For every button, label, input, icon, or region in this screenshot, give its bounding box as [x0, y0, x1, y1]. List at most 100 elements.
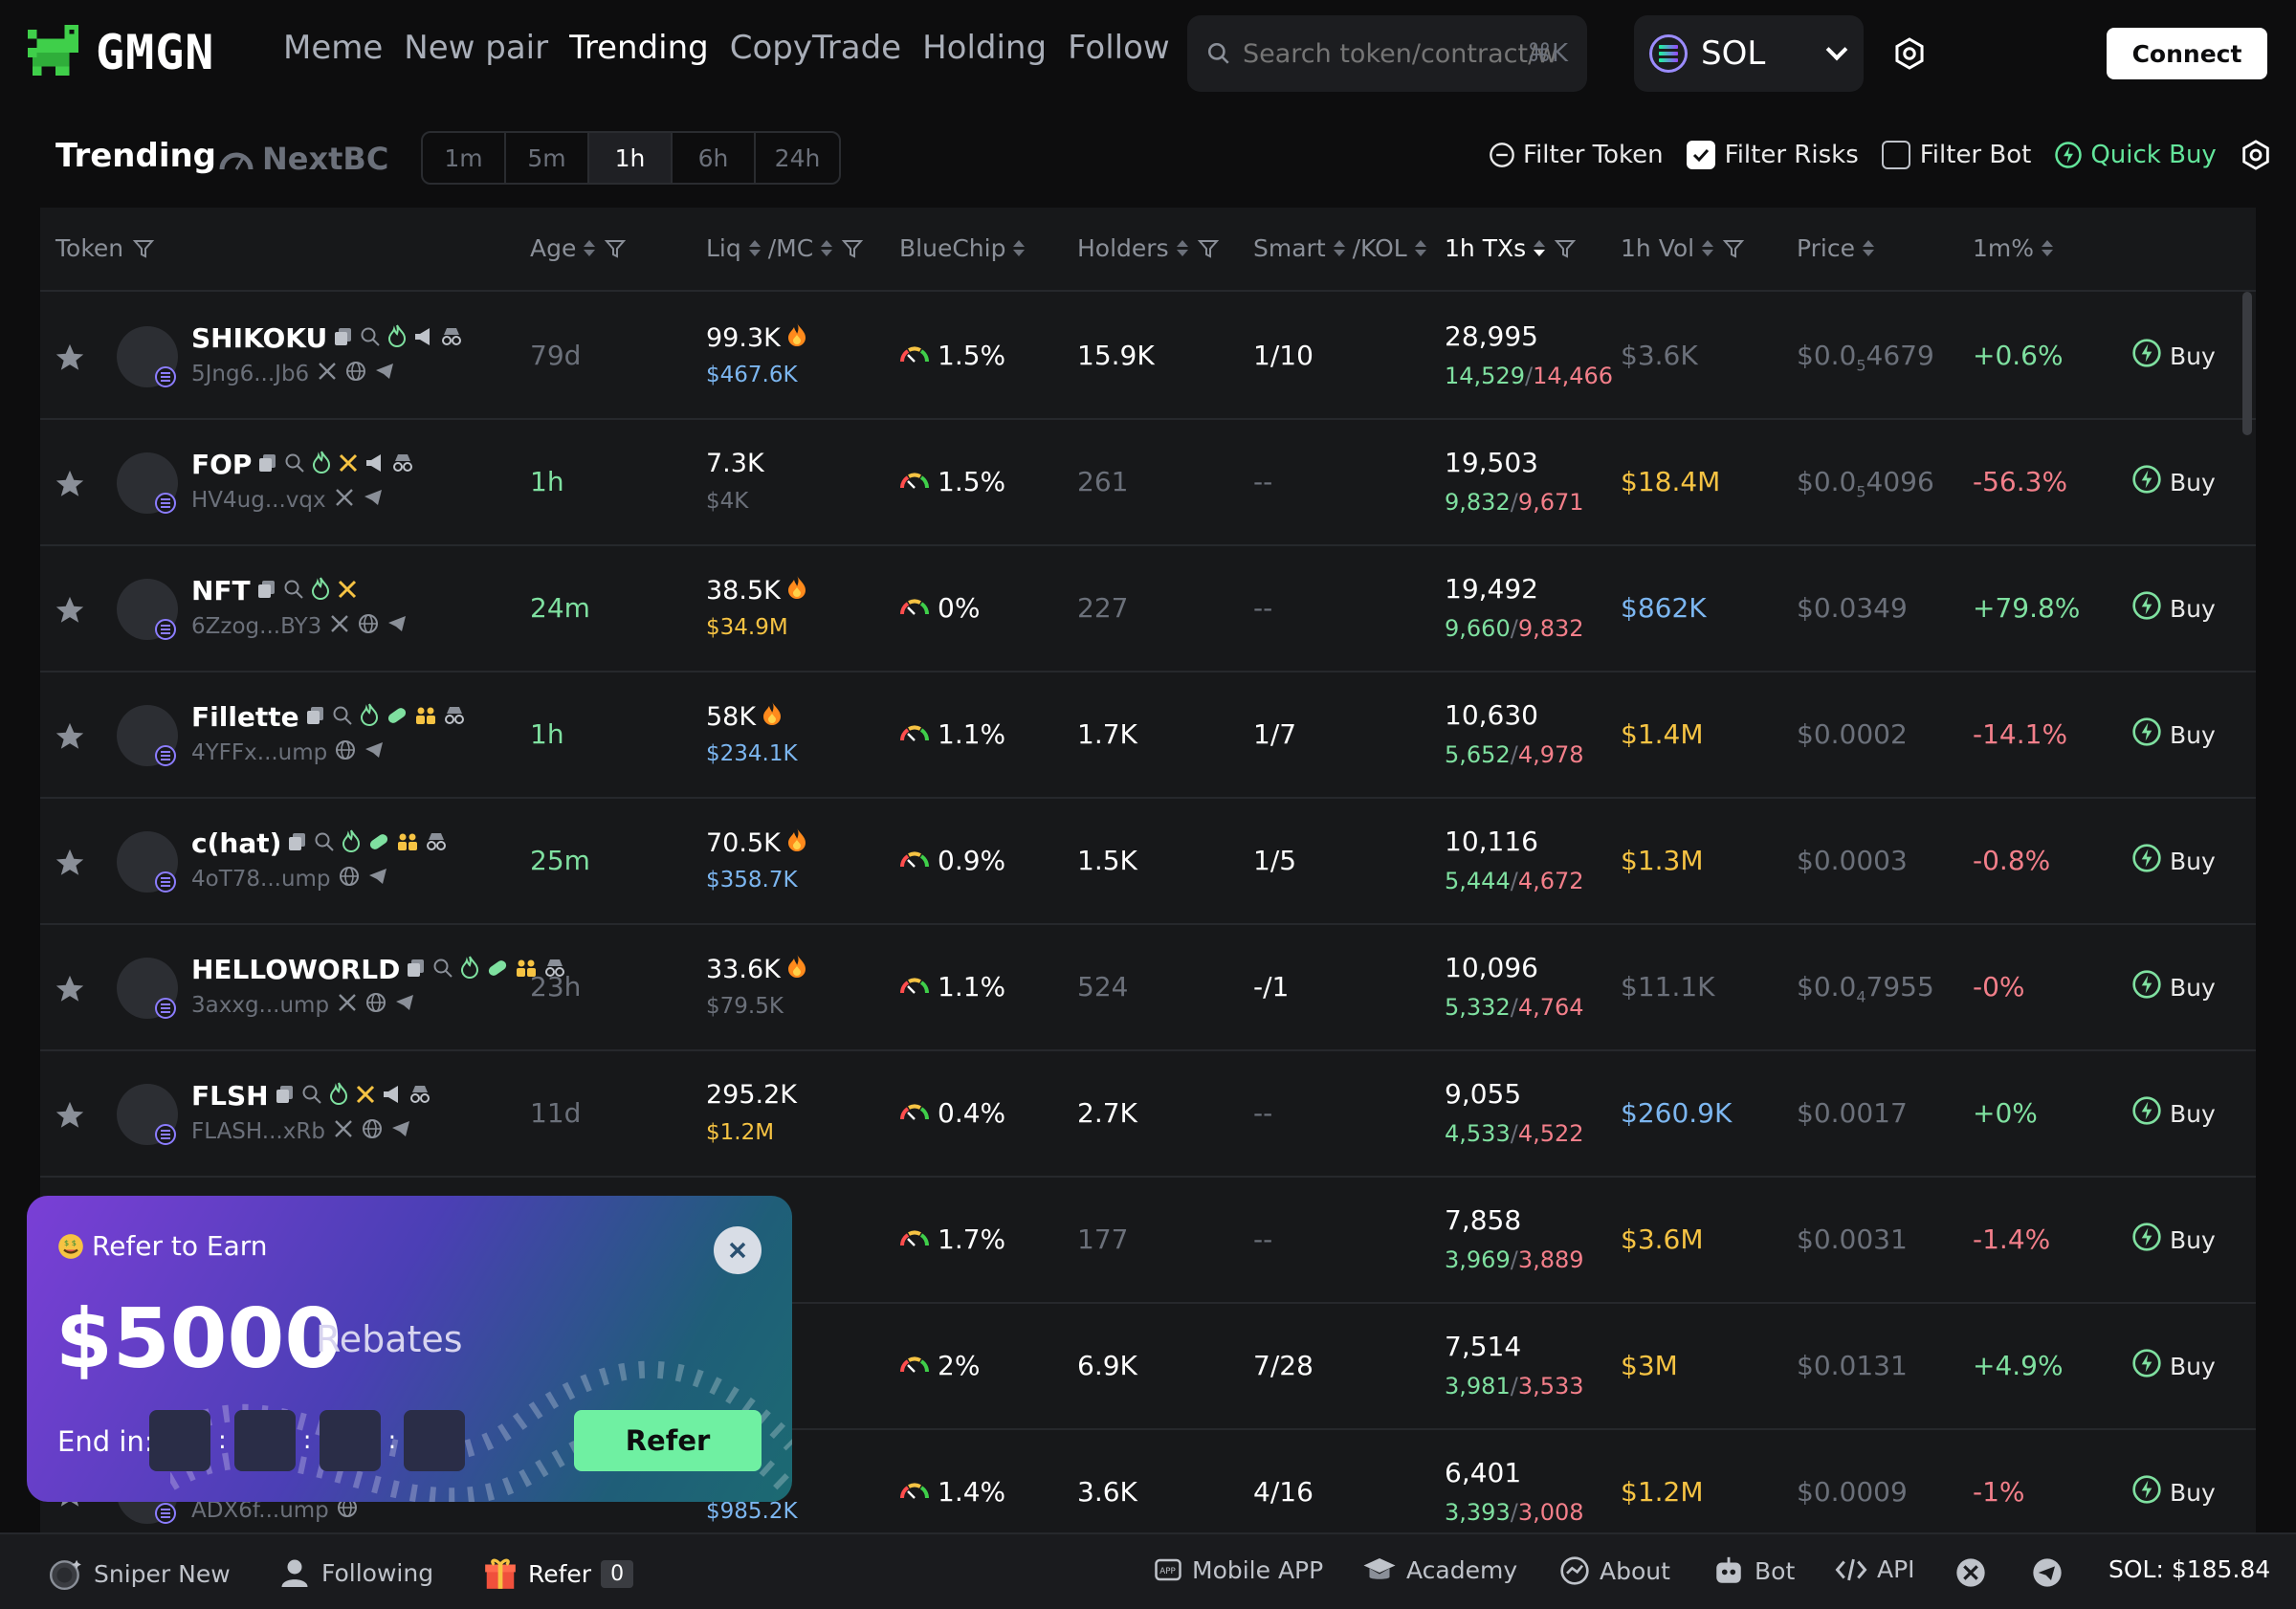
telegram-icon[interactable]: [390, 1118, 411, 1145]
token-address[interactable]: 6Zzog...BY3: [191, 614, 321, 639]
search-icon[interactable]: [432, 954, 453, 985]
search-input[interactable]: [1243, 38, 1558, 69]
token-name[interactable]: Fillette: [191, 701, 299, 733]
token-address[interactable]: 4YFFx...ump: [191, 740, 327, 765]
timeframe-5m[interactable]: 5m: [506, 133, 589, 183]
timeframe-1h[interactable]: 1h: [589, 133, 673, 183]
telegram-icon[interactable]: [394, 992, 415, 1019]
token-address[interactable]: HV4ug...vqx: [191, 488, 326, 513]
copy-icon[interactable]: [257, 449, 278, 480]
sniper-new-link[interactable]: Sniper New: [48, 1555, 231, 1592]
x-twitter-icon[interactable]: [333, 1118, 354, 1145]
table-row[interactable]: FOP HV4ug...vqx 1h 7.3K $4K 1.5% 261 -- 19,503 9,…: [40, 420, 2256, 546]
telegram-icon[interactable]: [2032, 1557, 2063, 1588]
token-name[interactable]: FOP: [191, 449, 252, 480]
col-1h-vol[interactable]: 1h Vol: [1621, 234, 1746, 262]
nav-copytrade[interactable]: CopyTrade: [730, 29, 901, 67]
refer-link[interactable]: Refer 0: [482, 1555, 634, 1592]
search-box[interactable]: ⌘K: [1187, 15, 1587, 92]
filter-funnel-icon[interactable]: [1196, 237, 1221, 260]
copy-icon[interactable]: [256, 575, 277, 606]
copy-icon[interactable]: [287, 827, 308, 859]
col-1m-change[interactable]: 1m%: [1973, 234, 2054, 262]
nav-new-pair[interactable]: New pair: [404, 29, 548, 67]
token-avatar[interactable]: [117, 452, 178, 514]
timeframe-1m[interactable]: 1m: [423, 133, 506, 183]
timeframe-6h[interactable]: 6h: [673, 133, 756, 183]
quick-buy-button[interactable]: Buy: [2131, 464, 2216, 500]
api-link[interactable]: API: [1835, 1555, 1915, 1583]
checkbox-checked[interactable]: [1686, 141, 1715, 169]
table-scrollbar[interactable]: [2242, 292, 2252, 435]
search-icon[interactable]: [360, 322, 381, 354]
table-row[interactable]: Fillette 4YFFx...ump 1h 58K $234.1K 1.1% 1.7K 1…: [40, 672, 2256, 799]
token-avatar[interactable]: [117, 705, 178, 766]
quick-buy-button[interactable]: Buy: [2131, 1348, 2216, 1384]
bot-link[interactable]: Bot: [1712, 1555, 1795, 1586]
token-address[interactable]: 4oT78...ump: [191, 867, 331, 892]
col-age[interactable]: Age: [530, 234, 628, 262]
website-globe-icon[interactable]: [345, 361, 366, 387]
about-link[interactable]: About: [1559, 1555, 1670, 1586]
filter-bot-checkbox[interactable]: Filter Bot: [1881, 141, 2031, 169]
col-liq-mc[interactable]: Liq/MC: [706, 234, 865, 262]
token-name-group[interactable]: HELLOWORLD: [191, 954, 566, 985]
quick-buy-button[interactable]: Buy: [2131, 1095, 2216, 1132]
nextbc-tab[interactable]: NextBC: [218, 141, 388, 177]
token-name-group[interactable]: FOP: [191, 449, 414, 480]
quick-buy-button[interactable]: Buy: [2131, 843, 2216, 879]
x-twitter-icon[interactable]: [317, 361, 338, 387]
token-name[interactable]: HELLOWORLD: [191, 954, 400, 985]
telegram-icon[interactable]: [367, 866, 388, 893]
token-name[interactable]: c(hat): [191, 827, 281, 859]
quick-buy-button[interactable]: Buy: [2131, 1222, 2216, 1258]
col-1h-txs[interactable]: 1h TXs: [1445, 234, 1578, 262]
checkbox-unchecked[interactable]: [1881, 141, 1910, 169]
search-icon[interactable]: [332, 701, 353, 733]
x-twitter-icon[interactable]: [334, 487, 355, 514]
token-avatar[interactable]: [117, 831, 178, 893]
table-row[interactable]: NFT 6Zzog...BY3 24m 38.5K $34.9M 0% 227 -- 19,49…: [40, 546, 2256, 672]
search-icon[interactable]: [314, 827, 335, 859]
chain-selector[interactable]: SOL: [1634, 15, 1864, 92]
favorite-star-icon[interactable]: [54, 847, 86, 883]
token-address[interactable]: 3axxg...ump: [191, 993, 329, 1018]
favorite-star-icon[interactable]: [54, 468, 86, 504]
col-price[interactable]: Price: [1797, 234, 1874, 262]
token-name-group[interactable]: FLSH: [191, 1080, 431, 1112]
copy-icon[interactable]: [275, 1080, 296, 1112]
nav-meme[interactable]: Meme: [283, 29, 383, 67]
website-globe-icon[interactable]: [358, 613, 379, 640]
quick-buy-button[interactable]: Buy: [2131, 590, 2216, 627]
quick-buy-settings-icon[interactable]: [2240, 139, 2272, 171]
token-name[interactable]: SHIKOKU: [191, 322, 327, 354]
col-token[interactable]: Token: [55, 234, 156, 262]
col-smart-kol[interactable]: Smart/KOL: [1253, 234, 1426, 262]
academy-link[interactable]: Academy: [1362, 1555, 1517, 1584]
table-row[interactable]: HELLOWORLD 3axxg...ump 23h 33.6K $79.5K 1.1% 5…: [40, 925, 2256, 1051]
search-icon[interactable]: [301, 1080, 322, 1112]
filter-funnel-icon[interactable]: [131, 237, 156, 260]
copy-icon[interactable]: [406, 954, 427, 985]
token-name-group[interactable]: c(hat): [191, 827, 448, 859]
token-name-group[interactable]: Fillette: [191, 701, 466, 733]
token-address[interactable]: FLASH...xRb: [191, 1119, 325, 1144]
refer-button[interactable]: Refer: [574, 1410, 762, 1471]
x-twitter-icon[interactable]: [337, 992, 358, 1019]
x-twitter-icon[interactable]: [1955, 1557, 1986, 1588]
copy-icon[interactable]: [305, 701, 326, 733]
website-globe-icon[interactable]: [335, 739, 356, 766]
gmgn-logo[interactable]: GMGN: [27, 25, 214, 80]
nav-holding[interactable]: Holding: [922, 29, 1047, 67]
nav-trending[interactable]: Trending: [569, 29, 709, 67]
telegram-icon[interactable]: [364, 739, 385, 766]
website-globe-icon[interactable]: [365, 992, 386, 1019]
favorite-star-icon[interactable]: [54, 973, 86, 1009]
quick-buy-button[interactable]: Buy: [2131, 716, 2216, 753]
search-icon[interactable]: [284, 449, 305, 480]
close-button[interactable]: [714, 1226, 762, 1274]
connect-button[interactable]: Connect: [2107, 28, 2267, 79]
table-row[interactable]: FLSH FLASH...xRb 11d 295.2K $1.2M 0.4% 2.7K -- 9…: [40, 1051, 2256, 1178]
mobile-app-link[interactable]: APP Mobile APP: [1154, 1555, 1323, 1584]
table-row[interactable]: c(hat) 4oT78...ump 25m 70.5K $358.7K 0.9% 1.5K…: [40, 799, 2256, 925]
